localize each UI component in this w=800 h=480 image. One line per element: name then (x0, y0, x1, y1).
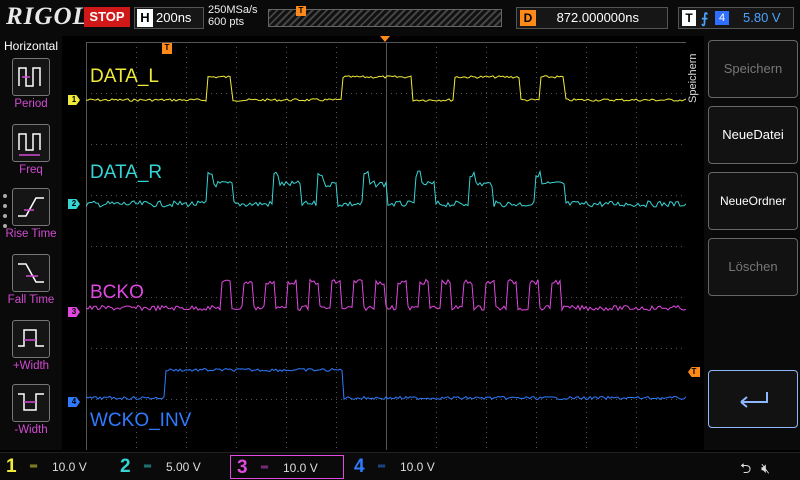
dc-coupling-icon: ═ (261, 462, 268, 473)
trace-label-data-r: DATA_R (90, 162, 163, 183)
trigger-level-marker[interactable]: T (688, 367, 700, 377)
measure-fall-time[interactable]: Fall Time (0, 252, 62, 314)
ch3-offset-marker[interactable]: 3 (68, 307, 80, 317)
freq-icon (12, 124, 50, 162)
delay-value: 872.000000ns (556, 10, 639, 25)
trigger-level: 5.80 V (743, 10, 781, 25)
brand-logo: RIGOL (6, 3, 89, 30)
sample-rate: 250MSa/s (208, 4, 258, 16)
softkey-delete[interactable]: Löschen (708, 238, 798, 296)
measure-positive-width-label: +Width (12, 360, 50, 372)
ch4-status[interactable]: 4 ═ 10.0 V (348, 455, 462, 479)
measure-menu-title: Horizontal (3, 39, 59, 53)
dc-coupling-icon: ═ (144, 461, 151, 472)
measure-period-label: Period (14, 98, 48, 110)
negative-width-icon (12, 384, 50, 422)
timebase-value: 200ns (156, 10, 192, 25)
return-arrow-icon (740, 392, 768, 408)
ch3-number: 3 (237, 457, 248, 478)
measure-period[interactable]: Period (0, 56, 62, 118)
timebase-key: H (137, 9, 153, 27)
trigger-key: T (682, 10, 696, 26)
measure-freq-label: Freq (19, 164, 43, 176)
channel-status-bar: 1 ═ 10.0 V 2 ═ 5.00 V 3 ═ 10.0 V 4 ═ 10.… (0, 452, 800, 480)
rise-time-icon (12, 188, 50, 226)
measure-positive-width[interactable]: +Width (0, 318, 62, 380)
ch2-status[interactable]: 2 ═ 5.00 V (114, 455, 228, 479)
delay-key: D (520, 10, 536, 26)
softkey-new-folder[interactable]: NeueOrdner (708, 172, 798, 230)
softkey-new-file[interactable]: NeueDatei (708, 106, 798, 164)
ch1-scale: 10.0 V (52, 460, 87, 474)
save-menu-title: Speichern (687, 53, 699, 103)
ch1-status[interactable]: 1 ═ 10.0 V (0, 455, 114, 479)
trigger-box[interactable]: T ⨍ 4 5.80 V (678, 7, 794, 29)
ch1-offset-marker[interactable]: 1 (68, 95, 80, 105)
ch3-scale: 10.0 V (283, 461, 318, 475)
ch4-offset-marker[interactable]: 4 (68, 397, 80, 407)
speaker-muted-icon: 🔇︎ (761, 460, 770, 476)
trigger-source: 4 (715, 11, 729, 25)
measure-rise-time-label: Rise Time (5, 228, 57, 240)
memory-depth: 600 pts (208, 16, 245, 28)
measure-menu: Horizontal Period Freq Rise Time Fall Ti… (0, 36, 62, 450)
waveform-display[interactable] (86, 42, 686, 450)
acquisition-info: 250MSa/s 600 pts (208, 4, 258, 28)
trace-label-bcko: BCKO (90, 282, 144, 303)
period-icon (12, 58, 50, 96)
ch1-number: 1 (6, 456, 17, 477)
measure-rise-time[interactable]: Rise Time (0, 186, 62, 248)
ch2-number: 2 (120, 456, 131, 477)
dc-coupling-icon: ═ (378, 461, 385, 472)
status-icons: ⮌ 🔇︎ (740, 458, 770, 480)
ch4-scale: 10.0 V (400, 460, 435, 474)
trigger-position-marker-top: T (296, 6, 306, 16)
trace-label-wcko-inv: WCKO_INV (90, 410, 192, 431)
ch2-offset-marker[interactable]: 2 (68, 199, 80, 209)
measure-negative-width[interactable]: -Width (0, 382, 62, 444)
dc-coupling-icon: ═ (30, 461, 37, 472)
delay-box[interactable]: D 872.000000ns (516, 7, 668, 29)
ch4-number: 4 (354, 456, 365, 477)
softkey-save[interactable]: Speichern (708, 40, 798, 98)
rising-edge-icon: ⨍ (701, 10, 709, 26)
measure-freq[interactable]: Freq (0, 122, 62, 184)
run-stop-status[interactable]: STOP (84, 7, 130, 27)
fall-time-icon (12, 254, 50, 292)
timebase-box[interactable]: H 200ns (134, 7, 204, 29)
save-menu: Speichern NeueDatei NeueOrdner Löschen (704, 36, 800, 450)
positive-width-icon (12, 320, 50, 358)
measure-fall-time-label: Fall Time (7, 294, 55, 306)
ch2-scale: 5.00 V (166, 460, 201, 474)
measure-negative-width-label: -Width (14, 424, 48, 436)
trace-label-data-l: DATA_L (90, 66, 159, 87)
softkey-return[interactable] (708, 370, 798, 428)
usb-icon: ⮌ (740, 460, 752, 476)
ch3-status[interactable]: 3 ═ 10.0 V (230, 455, 344, 479)
top-status-bar: RIGOL STOP H 200ns 250MSa/s 600 pts T D 8… (0, 0, 800, 36)
